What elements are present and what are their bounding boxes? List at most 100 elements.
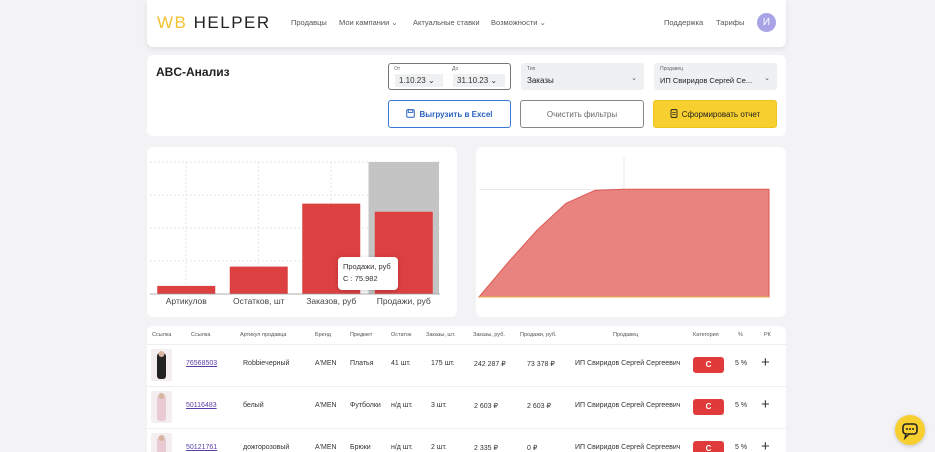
- save-icon: [406, 109, 416, 118]
- product-thumbnail[interactable]: [151, 433, 172, 452]
- nav-features[interactable]: Возможности ⌄: [491, 18, 546, 27]
- column-header: Предмет: [350, 332, 373, 338]
- product-thumbnail[interactable]: [151, 391, 172, 423]
- column-header: Категория: [693, 332, 719, 338]
- add-campaign-icon[interactable]: +: [761, 396, 770, 413]
- filter-panel: ABC-Анализ От 1.10.23 ⌄ До 31.10.23 ⌄ Ти…: [147, 55, 786, 136]
- product-link[interactable]: 50121761: [186, 444, 217, 451]
- seller-article: дожгорозовый: [243, 444, 290, 451]
- date-to-label: До: [452, 66, 459, 72]
- column-header: Заказы, руб.: [473, 332, 505, 338]
- abc-bar-chart-card: Артикулов Остатков, шт Заказов, руб Продажи…: [147, 147, 457, 317]
- generate-report-label: Сформировать отчет: [681, 110, 761, 119]
- seller-article: Robbieчерный: [243, 360, 290, 367]
- type-select[interactable]: Тип Заказы ⌄: [521, 63, 644, 90]
- date-from-field[interactable]: 1.10.23 ⌄: [395, 74, 443, 87]
- chart-tooltip: Продажи, руб C : 75.982: [338, 257, 398, 290]
- chevron-down-icon: ⌄: [391, 18, 398, 27]
- seller-article: белый: [243, 402, 264, 409]
- column-header: Остаток: [391, 332, 412, 338]
- clear-filters-button[interactable]: Очистить фильтры: [520, 100, 644, 128]
- tooltip-value-line: C : 75.982: [343, 273, 393, 285]
- brand: A'MEN: [315, 402, 337, 409]
- orders-qty: 3 шт.: [431, 402, 447, 409]
- nav-sellers[interactable]: Продавцы: [291, 18, 327, 27]
- column-header: Артикул продавца: [240, 332, 287, 338]
- table-row[interactable]: 50116483 белый A'MEN Футболки н/д шт. 3 шт. 2 …: [147, 386, 786, 426]
- logo-helper: HELPER: [193, 13, 271, 32]
- bar-0: [157, 285, 216, 294]
- chat-button[interactable]: [895, 415, 925, 445]
- seller-value: ИП Свиридов Сергей Се...: [660, 76, 753, 85]
- category-badge: C: [693, 357, 724, 373]
- logo-wb: WB: [157, 13, 188, 32]
- page-title: ABC-Анализ: [156, 65, 230, 79]
- stock: н/д шт.: [391, 402, 413, 409]
- sales-rub: 2 603 ₽: [527, 403, 551, 410]
- subject: Футболки: [350, 402, 381, 409]
- chevron-down-icon: ⌄: [539, 18, 546, 27]
- export-excel-label: Выгрузить в Excel: [419, 110, 493, 119]
- date-to-value: 31.10.23: [457, 76, 489, 85]
- bar-1: [229, 266, 288, 294]
- product-thumbnail[interactable]: [151, 349, 172, 381]
- percent: 5 %: [735, 402, 748, 409]
- export-excel-button[interactable]: Выгрузить в Excel: [388, 100, 511, 128]
- chevron-down-icon: ⌄: [764, 75, 770, 82]
- user-avatar[interactable]: И: [757, 13, 776, 32]
- category-badge: C: [693, 399, 724, 415]
- chevron-down-icon: ⌄: [427, 76, 435, 85]
- stock: 41 шт.: [391, 360, 411, 367]
- table-row[interactable]: 76568503 Robbieчерный A'MEN Платья 41 шт. 175…: [147, 344, 786, 384]
- chevron-down-icon: ⌄: [631, 75, 637, 82]
- column-header: Заказы, шт.: [426, 332, 456, 338]
- sales-rub: 0 ₽: [527, 445, 538, 452]
- date-from-label: От: [394, 66, 401, 72]
- column-header: Продажи, руб.: [520, 332, 557, 338]
- column-header: Бренд: [315, 332, 331, 338]
- nav-support[interactable]: Поддержка: [664, 18, 703, 27]
- column-header: Ссылка: [191, 332, 211, 338]
- percent: 5 %: [735, 360, 748, 367]
- tooltip-value: 75.982: [354, 274, 378, 283]
- product-link[interactable]: 50116483: [186, 402, 217, 409]
- column-header: %: [738, 332, 743, 338]
- seller-label: Продавец: [660, 66, 683, 72]
- document-icon: [670, 109, 678, 118]
- sales-rub: 73 378 ₽: [527, 361, 555, 368]
- stock: н/д шт.: [391, 444, 413, 451]
- orders-rub: 2 335 ₽: [474, 445, 498, 452]
- top-header: WB HELPER Продавцы Мои кампании ⌄ Актуал…: [147, 0, 786, 47]
- seller-name: ИП Свиридов Сергей Сергеевич: [575, 402, 681, 409]
- subject: Брюки: [350, 444, 371, 451]
- add-campaign-icon[interactable]: +: [761, 354, 770, 371]
- table-row[interactable]: 50121761 дожгорозовый A'MEN Брюки н/д шт. 2 ш…: [147, 428, 786, 452]
- orders-rub: 2 603 ₽: [474, 403, 498, 410]
- column-header: РК: [764, 332, 771, 338]
- wb-helper-logo[interactable]: WB HELPER: [157, 13, 271, 33]
- add-campaign-icon[interactable]: +: [761, 438, 770, 452]
- date-range-picker[interactable]: От 1.10.23 ⌄ До 31.10.23 ⌄: [388, 63, 511, 90]
- x-tick-label: Остатков, шт: [233, 296, 285, 306]
- abc-area-chart: [477, 157, 770, 298]
- type-label: Тип: [527, 66, 536, 72]
- abc-area-chart-card: [476, 147, 786, 317]
- generate-report-button[interactable]: Сформировать отчет: [653, 100, 777, 128]
- percent: 5 %: [735, 444, 748, 451]
- seller-select[interactable]: Продавец ИП Свиридов Сергей Се... ⌄: [654, 63, 777, 90]
- area-series: [477, 188, 770, 298]
- date-from-value: 1.10.23: [399, 76, 426, 85]
- nav-my-campaigns[interactable]: Мои кампании ⌄: [339, 18, 398, 27]
- orders-rub: 242 287 ₽: [474, 361, 506, 368]
- product-link[interactable]: 76568503: [186, 360, 217, 367]
- nav-current-bids[interactable]: Актуальные ставки: [413, 18, 480, 27]
- date-to-field[interactable]: 31.10.23 ⌄: [453, 74, 505, 87]
- brand: A'MEN: [315, 360, 337, 367]
- category-badge: C: [693, 441, 724, 452]
- nav-tariffs[interactable]: Тарифы: [716, 18, 744, 27]
- column-header: Продавец: [613, 332, 639, 338]
- column-header: Ссылка: [152, 332, 172, 338]
- brand: A'MEN: [315, 444, 337, 451]
- nav-my-campaigns-label: Мои кампании: [339, 18, 390, 27]
- abc-bar-chart: Артикулов Остатков, шт Заказов, руб Продажи…: [150, 161, 440, 306]
